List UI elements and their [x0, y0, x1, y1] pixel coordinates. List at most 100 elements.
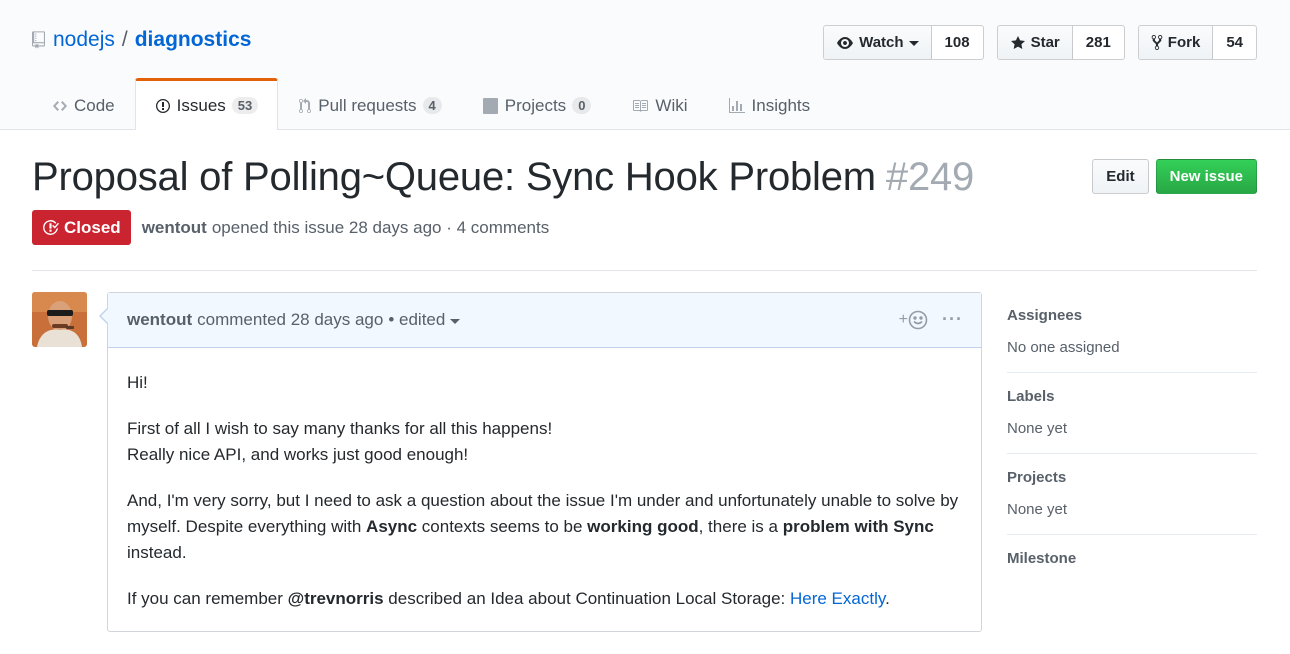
add-reaction-button[interactable]: + [899, 311, 908, 329]
tab-wiki[interactable]: Wiki [611, 78, 707, 130]
tab-projects-label: Projects [504, 95, 567, 115]
star-label: Star [1030, 34, 1060, 51]
comment-bold-text: working good [587, 517, 699, 536]
issue-author-link[interactable]: wentout [142, 218, 207, 238]
issue-opened-icon [155, 98, 170, 113]
projects-counter: 0 [572, 97, 592, 114]
fork-group: Fork 54 [1137, 25, 1257, 60]
projects-heading: Projects [1007, 469, 1067, 486]
fork-label: Fork [1167, 34, 1201, 51]
tab-insights-label: Insights [751, 95, 811, 115]
issue-meta: Closed wentout opened this issue 28 days… [32, 210, 549, 245]
edit-button[interactable]: Edit [1092, 159, 1149, 194]
comment-text: . [885, 589, 890, 608]
sidebar-assignees: Assignees No one assigned [1007, 292, 1257, 373]
issue-opened-text: opened this issue 28 days ago · 4 commen… [211, 217, 550, 237]
tab-code[interactable]: Code [32, 78, 135, 130]
assignees-heading: Assignees [1007, 307, 1083, 324]
star-count[interactable]: 281 [1072, 26, 1124, 59]
chevron-down-icon [908, 41, 919, 46]
tab-code-label: Code [74, 95, 115, 115]
comment-text: Really nice API, and works just good eno… [127, 445, 469, 464]
repo-icon [32, 31, 45, 49]
issue-header-actions: Edit New issue [1092, 159, 1257, 194]
watch-group: Watch 108 [823, 25, 984, 60]
repo-name-link[interactable]: diagnostics [135, 28, 252, 52]
comment-bold-text: Async [366, 517, 418, 536]
watch-count[interactable]: 108 [931, 26, 983, 59]
issues-counter: 53 [231, 97, 259, 114]
comment-text: Hi! [127, 373, 148, 392]
repo-nav: Code Issues 53 Pull requests 4 Projects … [32, 78, 830, 130]
tab-wiki-label: Wiki [655, 95, 688, 115]
smiley-icon[interactable] [908, 310, 928, 330]
comment-text: described an Idea about Continuation Loc… [383, 589, 790, 608]
issue-title-text: Proposal of Polling~Queue: Sync Hook Pro… [32, 155, 876, 199]
issue-title: Proposal of Polling~Queue: Sync Hook Pro… [32, 155, 974, 200]
comment-paragraph: Hi! [127, 370, 962, 396]
projects-value: None yet [1007, 501, 1068, 518]
comment-author-link[interactable]: wentout [127, 310, 192, 330]
comment-actions: + ··· [899, 309, 963, 330]
star-button[interactable]: Star [997, 26, 1073, 59]
repo-header: nodejs / diagnostics Watch 108 Star 281 [0, 0, 1290, 130]
labels-heading: Labels [1007, 388, 1055, 405]
tab-insights[interactable]: Insights [708, 78, 831, 130]
fork-button[interactable]: Fork [1138, 26, 1214, 59]
comment-text: First of all I wish to say many thanks f… [127, 419, 553, 438]
status-badge: Closed [32, 210, 131, 245]
fork-count[interactable]: 54 [1213, 26, 1256, 59]
comment-paragraph: First of all I wish to say many thanks f… [127, 416, 962, 468]
repo-title: nodejs / diagnostics [32, 28, 251, 52]
comment-bold-text: problem with Sync [782, 517, 934, 536]
eye-icon [837, 36, 854, 49]
assignees-value: No one assigned [1007, 339, 1120, 356]
repo-owner-link[interactable]: nodejs [53, 28, 115, 52]
tab-pull-requests-label: Pull requests [318, 95, 417, 115]
comment-text: If you can remember [127, 589, 288, 608]
comment-body: Hi! First of all I wish to say many than… [108, 348, 981, 654]
graph-icon [728, 97, 745, 113]
repo-actions: Watch 108 Star 281 Fork 54 [810, 25, 1257, 60]
tab-issues[interactable]: Issues 53 [134, 78, 279, 130]
sidebar-labels: Labels None yet [1007, 373, 1257, 454]
code-icon [53, 100, 67, 111]
issue-number: #249 [885, 155, 975, 199]
kebab-horizontal-icon[interactable]: ··· [942, 309, 963, 330]
tab-issues-label: Issues [176, 95, 226, 115]
git-pull-request-icon [299, 97, 312, 113]
book-icon [633, 99, 649, 112]
user-mention[interactable]: @trevnorris [288, 589, 384, 608]
milestone-heading: Milestone [1007, 550, 1077, 567]
pulls-counter: 4 [422, 97, 442, 114]
comment-paragraph: If you can remember @trevnorris describe… [127, 586, 962, 612]
fork-icon [1151, 35, 1163, 50]
new-issue-button[interactable]: New issue [1155, 159, 1257, 194]
avatar-image [32, 292, 87, 347]
repo-separator: / [121, 28, 128, 51]
watch-button[interactable]: Watch [824, 26, 932, 59]
issue-header: Proposal of Polling~Queue: Sync Hook Pro… [32, 130, 1257, 271]
comment-text: , there is a [698, 517, 783, 536]
avatar[interactable] [32, 292, 87, 347]
comment: wentout commented 28 days ago • edited +… [99, 292, 982, 632]
sidebar-projects: Projects None yet [1007, 454, 1257, 535]
issue-closed-icon [43, 220, 59, 235]
comment-text: instead. [127, 543, 187, 562]
chevron-down-icon [450, 318, 461, 324]
tab-pull-requests[interactable]: Pull requests 4 [278, 78, 462, 130]
project-icon [482, 97, 498, 114]
discussion-sidebar: Assignees No one assigned Labels None ye… [1007, 292, 1257, 598]
comment-timestamp[interactable]: commented 28 days ago [197, 310, 383, 330]
comment-text: contexts seems to be [417, 517, 588, 536]
edited-dropdown[interactable]: • edited [388, 310, 461, 330]
status-badge-label: Closed [64, 217, 121, 237]
tab-projects[interactable]: Projects 0 [462, 78, 612, 130]
labels-value: None yet [1007, 420, 1068, 437]
star-group: Star 281 [996, 25, 1125, 60]
comment-paragraph: And, I'm very sorry, but I need to ask a… [127, 488, 962, 566]
star-icon [1010, 35, 1025, 49]
edited-label: • edited [388, 310, 446, 329]
reaction-plus: + [898, 310, 909, 328]
here-exactly-link[interactable]: Here Exactly [790, 589, 885, 608]
